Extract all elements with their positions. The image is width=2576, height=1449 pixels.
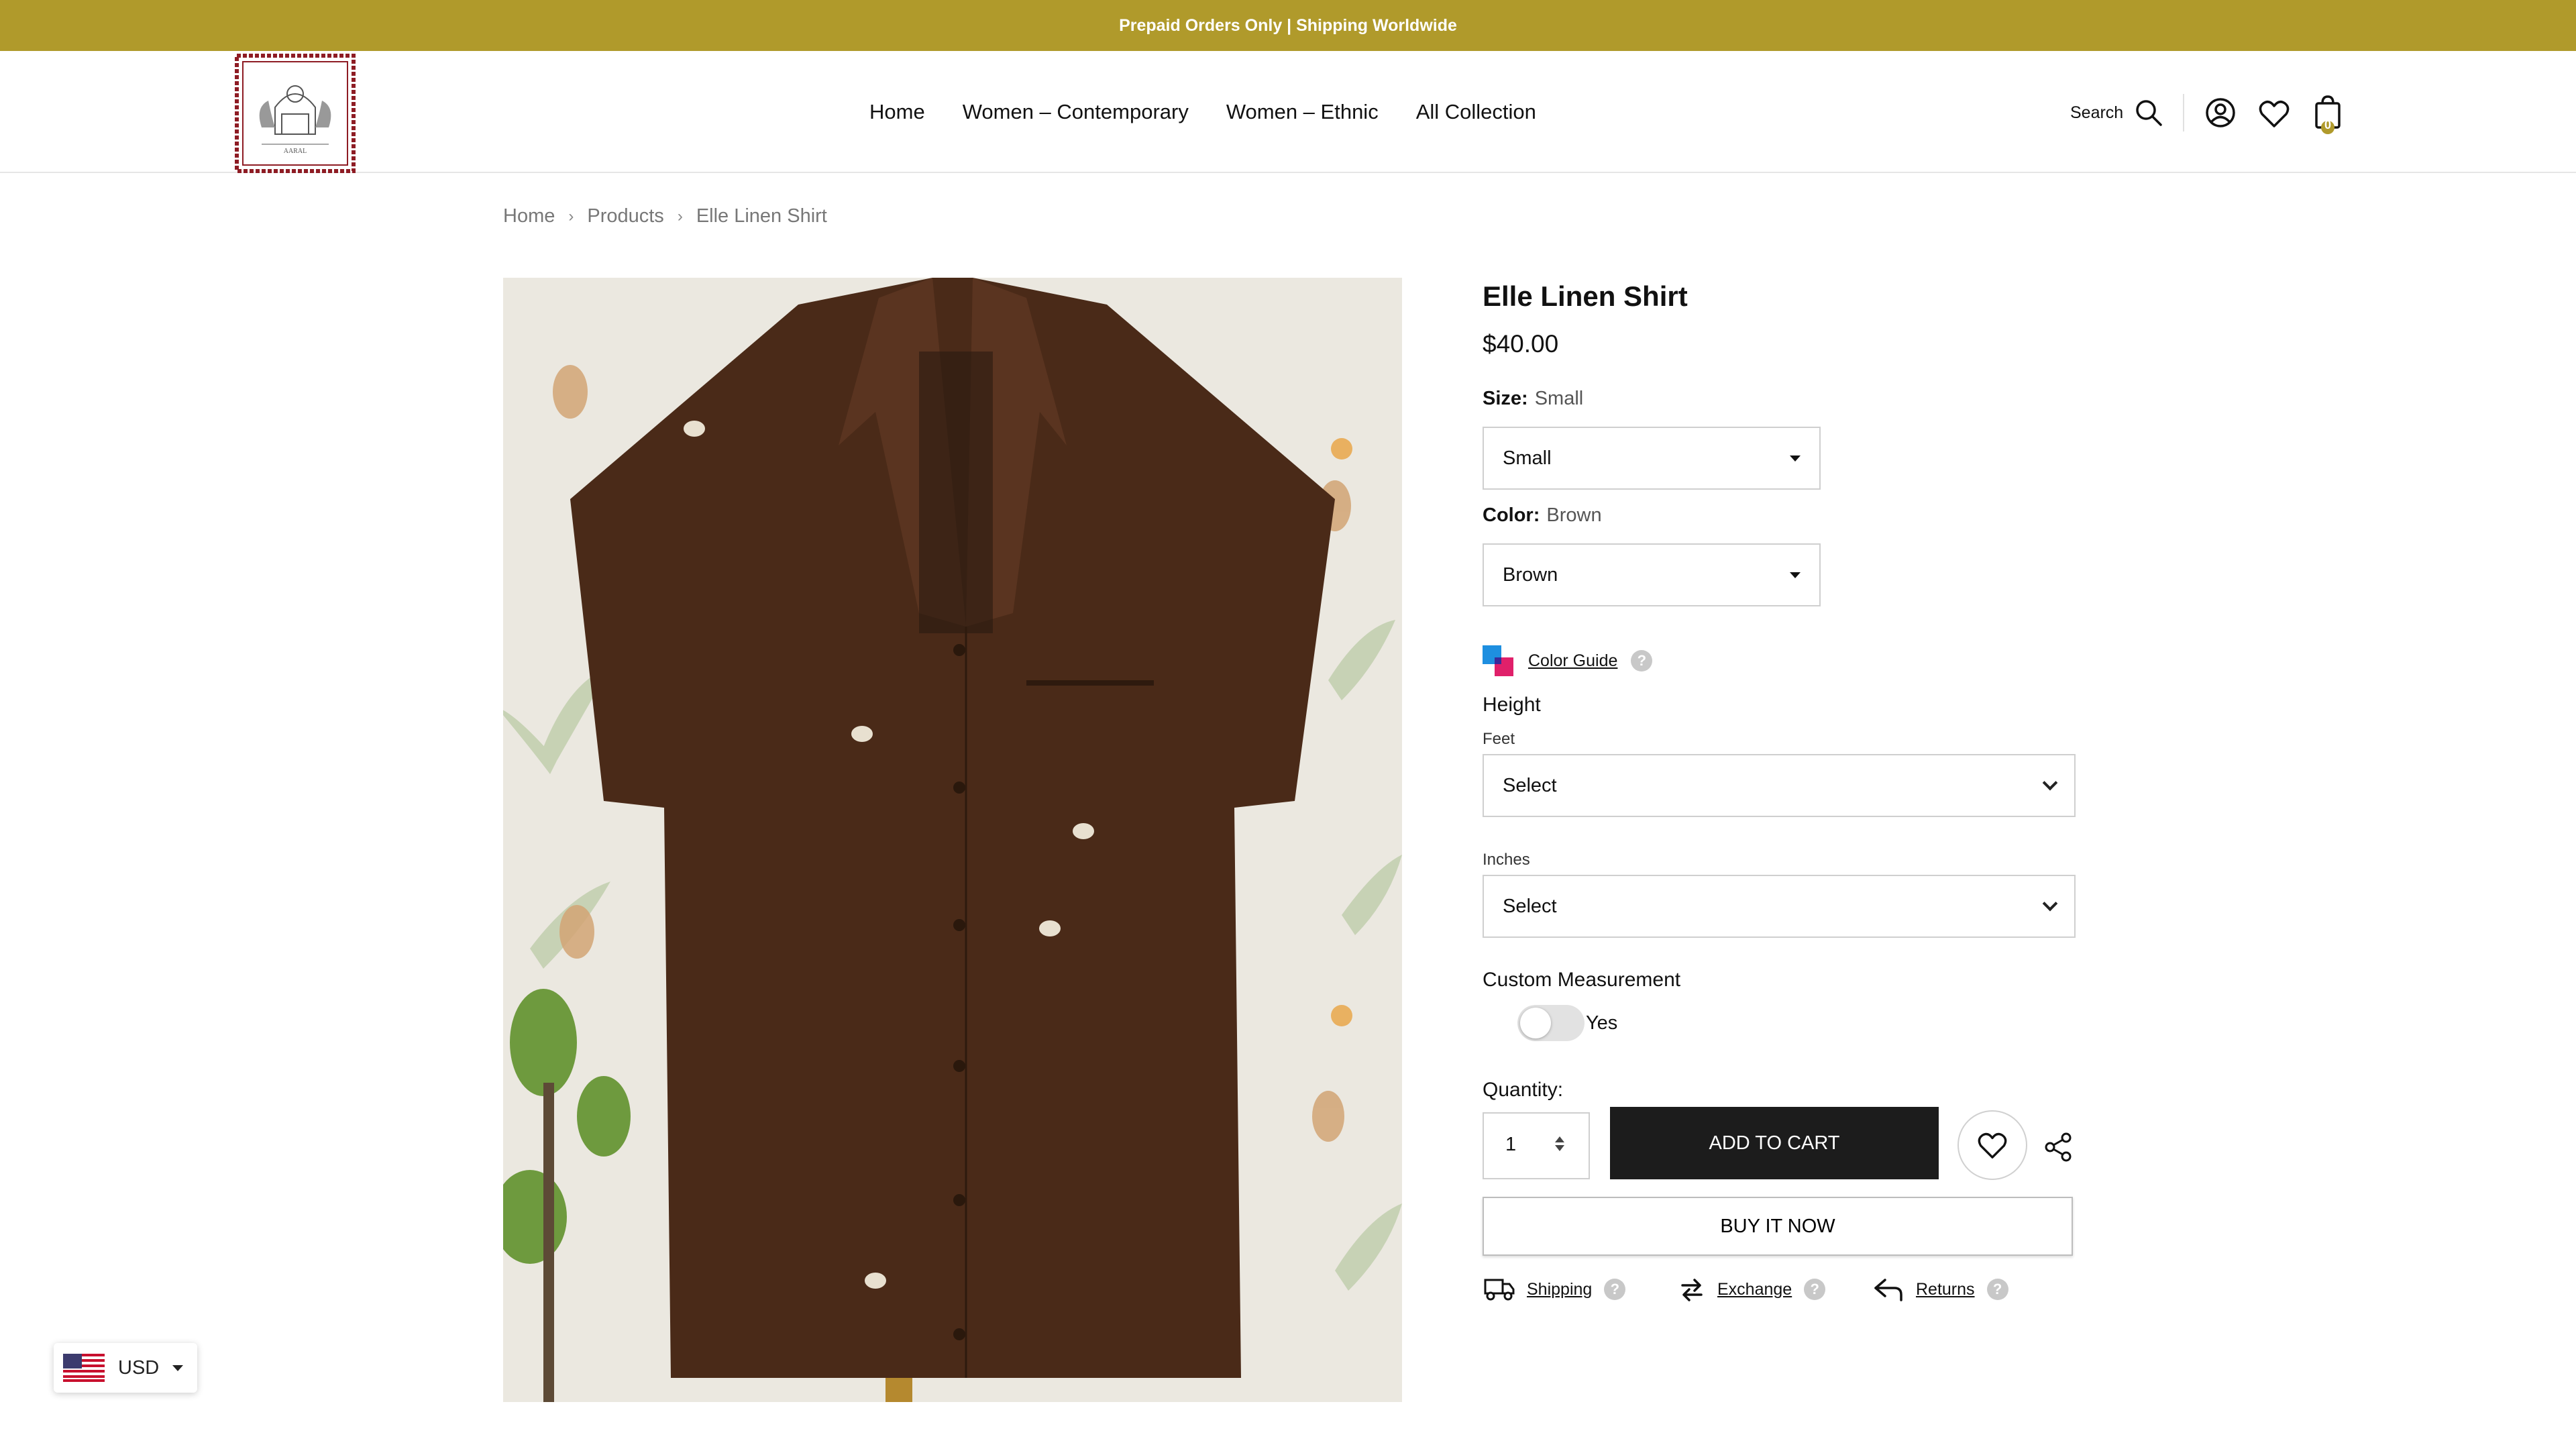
account-icon[interactable] [2204,97,2237,129]
breadcrumb-products[interactable]: Products [587,205,663,227]
inches-select-value: Select [1503,895,1557,917]
inches-label: Inches [1483,851,1530,869]
announcement-text: Prepaid Orders Only | Shipping Worldwide [1119,15,1457,35]
breadcrumb-current: Elle Linen Shirt [696,205,827,227]
color-value: Brown [1546,504,1602,526]
color-guide-row: Color Guide ? [1481,644,1653,678]
custom-measurement-heading: Custom Measurement [1483,969,1681,991]
caret-down-icon [172,1364,184,1371]
truck-icon [1484,1279,1515,1301]
search-button[interactable]: Search [2070,98,2163,127]
size-value: Small [1534,388,1584,409]
custom-measurement-toggle-row: Yes [1517,1005,1617,1041]
main-nav: Home Women – Contemporary Women – Ethnic… [869,98,1536,126]
add-to-wishlist-button[interactable] [1957,1110,2027,1180]
nav-all-collection[interactable]: All Collection [1416,100,1536,124]
product-title: Elle Linen Shirt [1483,280,1688,312]
breadcrumb-home[interactable]: Home [503,205,555,227]
return-arrow-icon [1874,1279,1902,1301]
help-icon[interactable]: ? [1986,1279,2008,1300]
size-select[interactable]: Small [1483,427,1821,490]
search-label: Search [2070,103,2124,122]
height-heading: Height [1483,694,1541,716]
nav-women-contemporary[interactable]: Women – Contemporary [963,100,1189,124]
custom-measurement-toggle[interactable] [1517,1005,1585,1041]
size-label-row: Size: Small [1483,388,1583,410]
stepper-arrows[interactable] [1551,1134,1568,1163]
exchange-link[interactable]: Exchange [1717,1280,1792,1299]
decrement-icon[interactable] [1555,1145,1564,1151]
share-icon[interactable] [2043,1132,2073,1162]
exchange-policy: Exchange ? [1678,1276,1826,1303]
help-icon[interactable]: ? [1804,1279,1826,1300]
returns-link[interactable]: Returns [1916,1280,1975,1299]
currency-code: USD [118,1356,160,1379]
search-icon [2136,100,2162,126]
feet-select-value: Select [1503,774,1557,796]
color-select-value: Brown [1503,564,1558,586]
caret-down-icon [1790,455,1801,462]
us-flag-icon [63,1354,105,1382]
announcement-bar: Prepaid Orders Only | Shipping Worldwide [0,0,2576,51]
product-image[interactable] [503,278,1402,1402]
color-label-row: Color: Brown [1483,504,1602,527]
header-divider [2183,94,2184,131]
feet-select[interactable]: Select [1483,754,2076,817]
returns-policy: Returns ? [1872,1276,2008,1303]
chevron-right-icon: › [568,207,574,225]
help-icon[interactable]: ? [1604,1279,1626,1300]
color-label: Color: [1483,504,1540,526]
size-select-value: Small [1503,447,1552,469]
shipping-link[interactable]: Shipping [1527,1280,1592,1299]
buy-it-now-button[interactable]: BUY IT NOW [1483,1197,2073,1256]
wishlist-icon[interactable] [2258,98,2290,130]
currency-selector[interactable]: USD [54,1343,197,1393]
inches-select[interactable]: Select [1483,875,2076,938]
shipping-policy: Shipping ? [1481,1276,1626,1303]
brand-logo[interactable]: AARAL [235,54,356,173]
product-photo [503,278,1402,1402]
feet-label: Feet [1483,730,1515,748]
chevron-right-icon: › [677,207,683,225]
color-guide-link[interactable]: Color Guide [1528,651,1617,671]
help-icon[interactable]: ? [1631,650,1653,672]
color-select[interactable]: Brown [1483,543,1821,606]
quantity-value: 1 [1505,1134,1517,1155]
nav-women-ethnic[interactable]: Women – Ethnic [1226,100,1379,124]
quantity-stepper[interactable]: 1 [1483,1112,1590,1179]
size-label: Size: [1483,388,1528,409]
increment-icon[interactable] [1555,1136,1564,1142]
add-to-cart-button[interactable]: ADD TO CART [1610,1107,1939,1179]
quantity-label: Quantity: [1483,1079,1564,1101]
exchange-icon [1681,1279,1703,1301]
chevron-down-icon [2042,775,2058,791]
chevron-down-icon [2042,896,2058,912]
heart-icon [1978,1132,2007,1159]
toggle-knob [1520,1008,1551,1038]
cart-count-badge: 0 [2324,118,2331,131]
toggle-label: Yes [1586,1012,1618,1034]
svg-text:AARAL: AARAL [284,148,307,155]
color-swatch-icon [1483,645,1513,676]
product-price: $40.00 [1483,330,1559,358]
breadcrumb: Home › Products › Elle Linen Shirt [503,205,827,227]
caret-down-icon [1790,572,1801,578]
nav-home[interactable]: Home [869,100,925,124]
